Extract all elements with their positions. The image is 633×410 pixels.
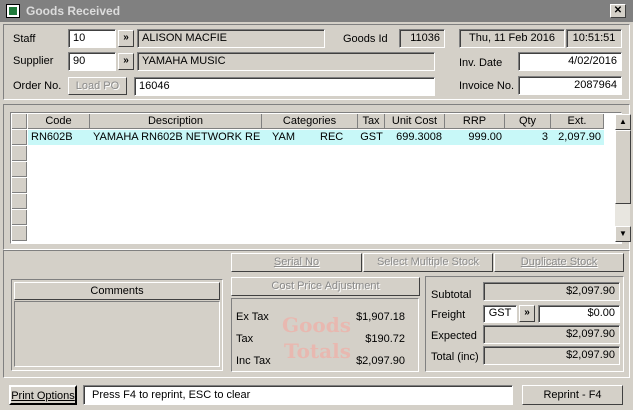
cell-code[interactable]: RN602B [28,130,90,145]
scroll-up-icon[interactable]: ▲ [615,114,631,130]
goods-totals-box: Goods Totals Ex Tax $1,907.18 Tax $190.7… [231,298,419,372]
row-header[interactable] [12,130,27,145]
inc-tax-label: Inc Tax [236,355,271,367]
grid-corner [12,114,27,129]
row-header[interactable] [12,146,27,161]
column-header-unit-cost[interactable]: Unit Cost [385,114,445,129]
supplier-label: Supplier [13,55,54,67]
freight-value[interactable]: $0.00 [538,305,620,323]
duplicate-stock-button[interactable]: Duplicate Stock [494,253,624,272]
staff-name-field: ALISON MACFIE [137,29,325,48]
scroll-down-icon[interactable]: ▼ [615,226,631,242]
select-multiple-stock-button[interactable]: Select Multiple Stock [363,253,493,272]
row-header[interactable] [12,162,27,177]
ex-tax-value: $1,907.18 [356,311,405,323]
inc-tax-value: $2,097.90 [356,355,405,367]
total-inc-value: $2,097.90 [483,346,620,365]
expected-label: Expected [431,330,477,342]
goods-totals-watermark-line1: Goods [282,313,352,337]
cell-unit-cost[interactable]: 699.3008 [385,130,445,145]
close-button[interactable]: ✕ [610,4,626,18]
subtotal-label: Subtotal [431,289,472,301]
ex-tax-label: Ex Tax [236,311,269,323]
total-inc-label: Total (inc) [431,351,479,363]
tax-value: $190.72 [365,333,405,345]
comments-header: Comments [14,282,220,300]
cost-price-adjustment-button[interactable]: Cost Price Adjustment [231,277,420,296]
status-hint: Press F4 to reprint, ESC to clear [83,385,513,405]
staff-lookup-button[interactable]: » [118,30,134,47]
cell-rrp[interactable]: 999.00 [445,130,505,145]
window-title: Goods Received [26,4,121,18]
goods-id-field: 11036 [399,29,445,48]
column-header-categories[interactable]: Categories [262,114,358,129]
date-field: Thu, 11 Feb 2016 [459,29,565,48]
freight-tax-field[interactable]: GST [483,305,517,323]
order-no-field[interactable]: 16046 [134,77,435,96]
inv-date-field[interactable]: 4/02/2016 [518,52,622,71]
goods-totals-watermark-line2: Totals [284,339,351,363]
comments-box: Comments [11,279,223,371]
freight-tax-lookup-button[interactable]: » [519,305,535,322]
goods-id-label: Goods Id [343,33,388,45]
vertical-scrollbar[interactable]: ▲ ▼ [614,114,631,242]
staff-label: Staff [13,33,36,45]
load-po-button[interactable]: Load PO [68,77,127,95]
tax-label: Tax [236,333,254,345]
column-header-tax[interactable]: Tax [358,114,385,129]
row-header[interactable] [12,194,27,209]
row-header[interactable] [12,210,27,225]
column-header-description[interactable]: Description [90,114,262,129]
scrollbar-thumb[interactable] [615,130,631,204]
cell-description[interactable]: YAMAHA RN602B NETWORK RE [90,130,262,145]
cell-ext[interactable]: 2,097.90 [551,130,604,145]
row-header[interactable] [12,178,27,193]
cell-tax[interactable]: GST [358,130,385,145]
title-bar: Goods Received ✕ [0,0,633,22]
app-icon [6,4,20,18]
print-options-button[interactable]: Print Options [9,385,77,405]
column-header-code[interactable]: Code [28,114,90,129]
invoice-no-field[interactable]: 2087964 [518,76,622,95]
items-grid[interactable]: Code Description Categories Tax Unit Cos… [10,112,631,244]
supplier-name-field: YAMAHA MUSIC [137,52,435,71]
cell-category-1[interactable]: YAM [262,130,310,145]
supplier-lookup-button[interactable]: » [118,53,134,70]
invoice-no-label: Invoice No. [459,80,515,92]
supplier-code-field[interactable]: 90 [68,52,116,71]
column-header-qty[interactable]: Qty [505,114,551,129]
freight-label: Freight [431,309,466,321]
row-header[interactable] [12,226,27,241]
expected-value: $2,097.90 [483,325,620,344]
time-field: 10:51:51 [566,29,622,48]
column-header-ext[interactable]: Ext. [551,114,604,129]
cell-qty[interactable]: 3 [505,130,551,145]
subtotal-value: $2,097.90 [483,282,620,301]
order-no-label: Order No. [13,80,62,92]
staff-code-field[interactable]: 10 [68,29,116,48]
column-header-rrp[interactable]: RRP [445,114,505,129]
cell-category-2[interactable]: REC [310,130,358,145]
inv-date-label: Inv. Date [459,57,503,69]
reprint-button[interactable]: Reprint - F4 [522,385,623,405]
serial-no-button[interactable]: Serial No [231,253,362,272]
comments-field[interactable] [14,301,220,367]
